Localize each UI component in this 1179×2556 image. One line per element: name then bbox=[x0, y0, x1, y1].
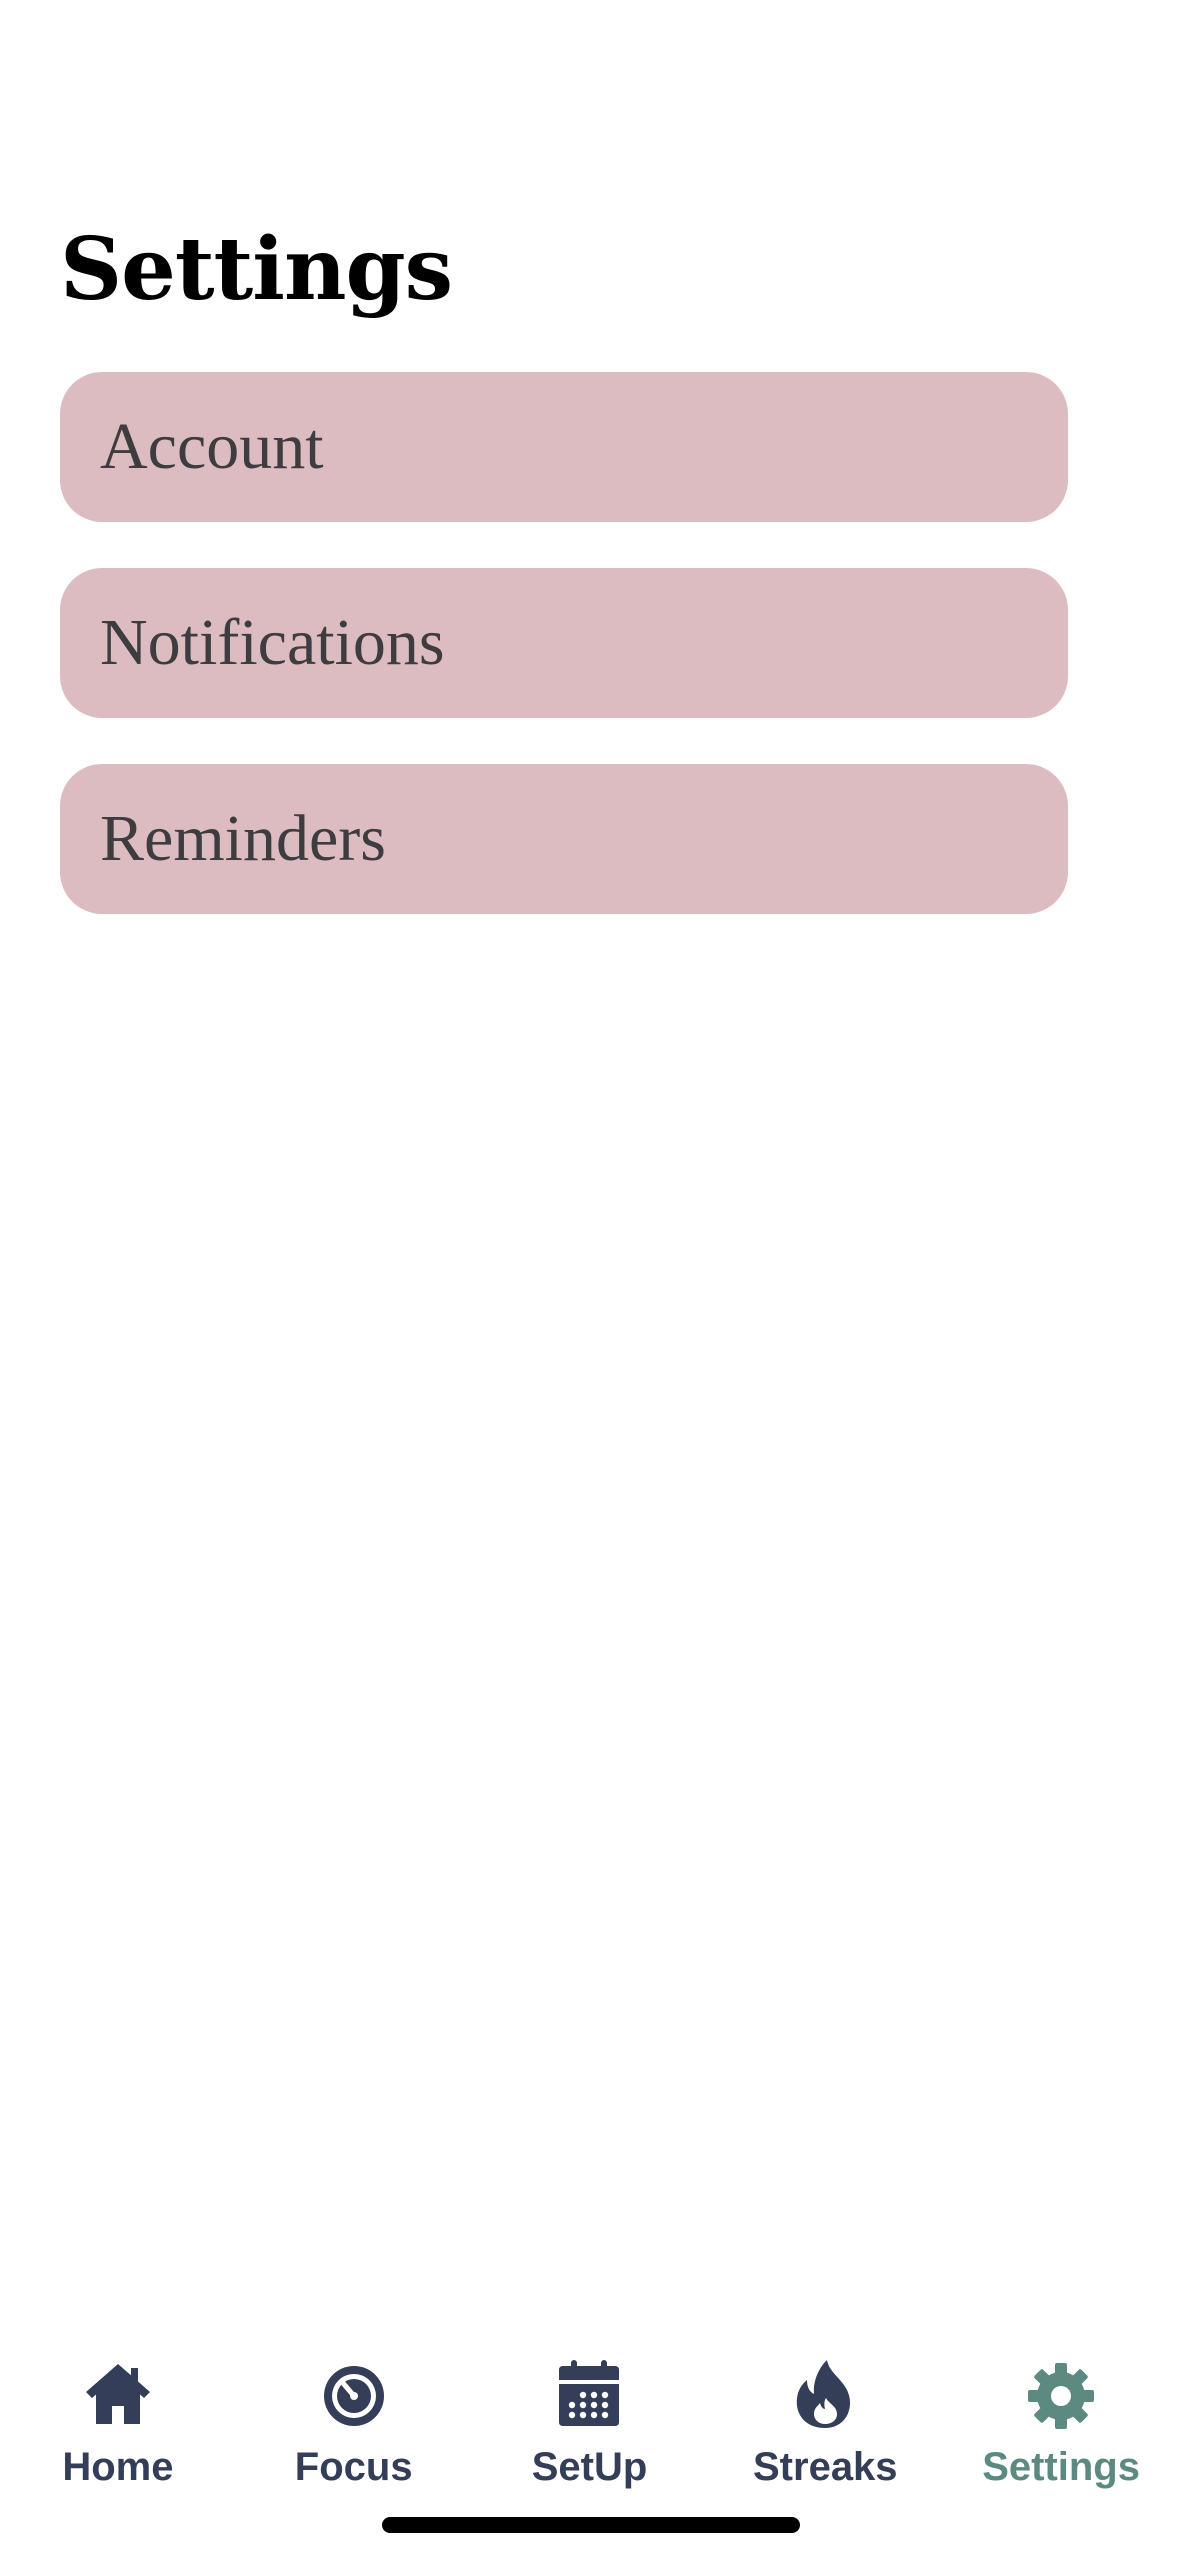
tab-setup[interactable]: SetUp bbox=[472, 2340, 708, 2490]
tab-label: Settings bbox=[982, 2445, 1140, 2489]
settings-item-label: Notifications bbox=[100, 606, 445, 679]
home-indicator[interactable] bbox=[382, 2517, 800, 2533]
tab-home[interactable]: Home bbox=[0, 2340, 236, 2490]
home-icon bbox=[82, 2358, 154, 2430]
tab-label: SetUp bbox=[531, 2445, 648, 2489]
settings-list: Account Notifications Reminders bbox=[60, 372, 1068, 960]
settings-item-label: Account bbox=[100, 410, 324, 483]
tab-label: Streaks bbox=[753, 2445, 898, 2489]
page-title: Settings bbox=[60, 219, 453, 320]
tab-focus[interactable]: Focus bbox=[236, 2340, 472, 2490]
settings-item-label: Reminders bbox=[100, 802, 386, 875]
tab-streaks[interactable]: Streaks bbox=[707, 2340, 943, 2490]
gear-icon bbox=[1025, 2358, 1097, 2430]
settings-item-notifications[interactable]: Notifications bbox=[60, 568, 1068, 718]
timer-icon bbox=[318, 2358, 390, 2430]
tab-label: Home bbox=[62, 2445, 174, 2489]
tab-label: Focus bbox=[294, 2445, 413, 2489]
settings-item-account[interactable]: Account bbox=[60, 372, 1068, 522]
flame-icon bbox=[789, 2358, 861, 2430]
calendar-icon bbox=[553, 2358, 625, 2430]
settings-item-reminders[interactable]: Reminders bbox=[60, 764, 1068, 914]
tab-settings[interactable]: Settings bbox=[943, 2340, 1179, 2490]
tab-bar: Home Focus SetUp Streaks Settings bbox=[0, 2340, 1179, 2490]
